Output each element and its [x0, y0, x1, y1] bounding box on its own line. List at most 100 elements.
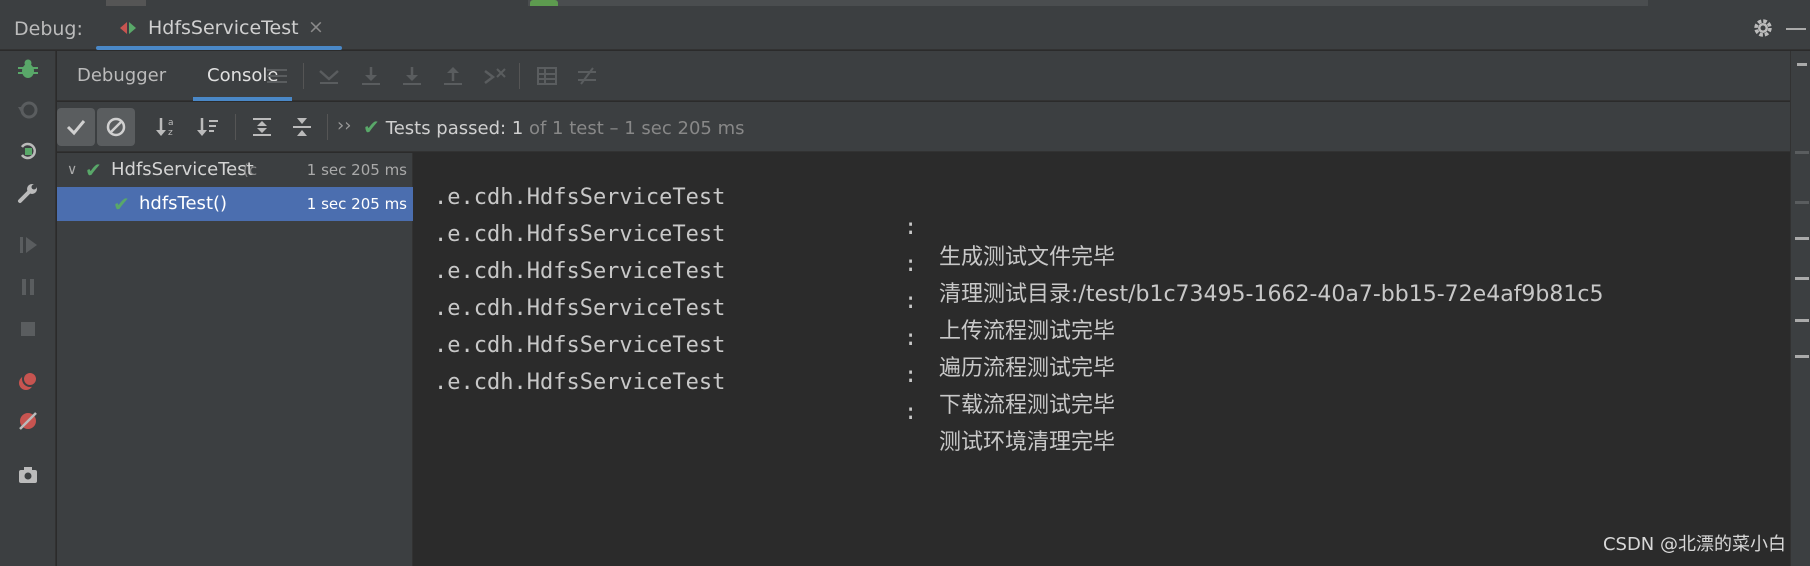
- debug-session-tab[interactable]: HdfsServiceTest ×: [96, 6, 342, 50]
- toolbar-separator: [519, 63, 520, 89]
- sort-alpha-icon: a z: [156, 118, 174, 138]
- expand-all-button[interactable]: [243, 108, 281, 146]
- collapse-all-icon: [293, 118, 311, 136]
- log-separator: :: [904, 326, 918, 351]
- more-actions-chevron-icon[interactable]: ››: [337, 115, 351, 136]
- log-logger: .e.cdh.HdfsServiceTest: [434, 370, 726, 395]
- camera-button[interactable]: [14, 461, 42, 489]
- log-line: .e.cdh.HdfsServiceTest : 下载流程测试完毕: [434, 301, 1115, 418]
- log-separator: :: [904, 215, 918, 240]
- step-over-icon[interactable]: [359, 65, 383, 87]
- check-icon: [66, 120, 86, 136]
- wrench-icon: [18, 184, 37, 203]
- pause-icon: [22, 279, 34, 295]
- toolbar-separator: [235, 114, 236, 140]
- debug-session-title: HdfsServiceTest: [148, 17, 299, 39]
- sort-alphabetically-button[interactable]: a z: [147, 108, 185, 146]
- resume-button[interactable]: [14, 231, 42, 259]
- log-line: .e.cdh.HdfsServiceTest : 测试环境清理完毕: [434, 338, 1115, 455]
- tree-row-test-class[interactable]: ∨ ✔ HdfsServiceTest (c 1 sec 205 ms: [57, 153, 413, 187]
- log-separator: :: [904, 363, 918, 388]
- console-output[interactable]: .e.cdh.HdfsServiceTest : 生成测试文件完毕 .e.cdh…: [414, 153, 1790, 566]
- success-check-icon: ✔: [363, 115, 380, 139]
- scroll-to-end-icon[interactable]: [1795, 277, 1809, 280]
- test-class-name: HdfsServiceTest: [111, 159, 254, 180]
- stop-button[interactable]: [14, 315, 42, 343]
- test-method-duration: 1 sec 205 ms: [306, 195, 407, 213]
- menu-lines-icon[interactable]: [265, 65, 289, 87]
- test-results-tree: ∨ ✔ HdfsServiceTest (c 1 sec 205 ms ✔ hd…: [57, 153, 413, 566]
- log-message: 上传流程测试完毕: [939, 319, 1116, 344]
- collapse-all-button[interactable]: [283, 108, 321, 146]
- soft-wrap-icon[interactable]: [1795, 237, 1809, 240]
- step-into-icon[interactable]: [400, 65, 424, 87]
- test-results-toolbar: a z ›› ✔ Tests passed: 1 of 1 test – 1 se…: [57, 102, 1810, 152]
- tests-status: ✔ Tests passed: 1 of 1 test – 1 sec 205 m…: [363, 115, 744, 139]
- clear-all-icon[interactable]: [1795, 355, 1809, 358]
- mute-breakpoints-button[interactable]: [14, 407, 42, 435]
- debug-panel-label: Debug:: [14, 18, 83, 40]
- step-out-icon[interactable]: [441, 65, 465, 87]
- rerun-failed-icon: [18, 101, 38, 119]
- log-message: 遍历流程测试完毕: [939, 356, 1116, 381]
- print-icon[interactable]: [1795, 319, 1809, 322]
- more-icon[interactable]: [1797, 63, 1807, 66]
- debug-side-toolbar: [0, 51, 56, 566]
- minimize-icon[interactable]: [1786, 28, 1806, 30]
- log-message: 清理测试目录:/test/b1c73495-1662-40a7-bb15-72e…: [939, 282, 1604, 307]
- evaluate-expression-icon[interactable]: [535, 65, 559, 87]
- log-separator: :: [904, 289, 918, 314]
- restart-button[interactable]: [14, 137, 42, 165]
- tests-passed-label: Tests passed:: [385, 118, 512, 139]
- test-class-duration: 1 sec 205 ms: [306, 161, 407, 179]
- svg-text:z: z: [168, 128, 173, 138]
- up-arrow-icon[interactable]: [1795, 151, 1809, 154]
- tree-row-test-method[interactable]: ✔ hdfsTest() 1 sec 205 ms: [57, 187, 413, 221]
- close-icon[interactable]: ×: [308, 16, 324, 38]
- console-side-toolbar: [1790, 51, 1810, 566]
- run-to-cursor-icon[interactable]: [483, 65, 507, 87]
- stop-icon: [21, 322, 35, 336]
- pause-button[interactable]: [14, 273, 42, 301]
- camera-icon: [19, 467, 37, 483]
- test-method-name: hdfsTest(): [139, 193, 228, 214]
- ignored-icon: [106, 117, 126, 137]
- down-arrow-icon[interactable]: [1795, 201, 1809, 204]
- log-line: .e.cdh.HdfsServiceTest : 遍历流程测试完毕: [434, 264, 1115, 381]
- sort-duration-icon: [197, 118, 218, 136]
- sort-by-duration-button[interactable]: [189, 108, 227, 146]
- view-breakpoints-button[interactable]: [14, 367, 42, 395]
- tests-passed-detail: of 1 test – 1 sec 205 ms: [523, 118, 745, 139]
- passed-check-icon: ✔: [85, 158, 102, 182]
- restart-icon: [20, 142, 36, 160]
- gear-icon[interactable]: [1752, 17, 1774, 39]
- breakpoints-icon: [19, 371, 38, 390]
- rerun-debug-button[interactable]: [14, 55, 42, 83]
- debug-title-bar: Debug: HdfsServiceTest ×: [0, 6, 1810, 50]
- session-tab-underline: [96, 46, 342, 50]
- rerun-failed-button[interactable]: [14, 97, 42, 125]
- expand-all-icon: [253, 118, 271, 136]
- show-ignored-button[interactable]: [97, 108, 135, 146]
- tab-debugger[interactable]: Debugger: [77, 51, 166, 101]
- passed-check-icon: ✔: [113, 192, 130, 216]
- toolbar-separator: [303, 63, 304, 89]
- log-message: 生成测试文件完毕: [939, 245, 1116, 270]
- trace-current-stream-icon[interactable]: [575, 65, 599, 87]
- log-message: 测试环境清理完毕: [939, 430, 1116, 455]
- toolbar-separator: [327, 114, 328, 140]
- resume-icon: [20, 237, 37, 253]
- log-separator: :: [904, 400, 918, 425]
- chevron-down-icon[interactable]: ∨: [67, 153, 77, 187]
- log-line: .e.cdh.HdfsServiceTest : 清理测试目录:/test/b1…: [434, 190, 1603, 307]
- active-tab-underline: [193, 97, 293, 101]
- test-run-config-icon: [120, 22, 136, 34]
- log-message: 下载流程测试完毕: [939, 393, 1116, 418]
- settings-wrench-button[interactable]: [14, 179, 42, 207]
- show-execution-point-icon[interactable]: [317, 65, 341, 87]
- debug-tabs-toolbar: Debugger Console: [57, 51, 1810, 101]
- show-passed-button[interactable]: [57, 108, 95, 146]
- mute-breakpoints-icon: [19, 412, 37, 430]
- test-class-package: (c: [243, 161, 258, 179]
- bug-icon: [18, 59, 38, 78]
